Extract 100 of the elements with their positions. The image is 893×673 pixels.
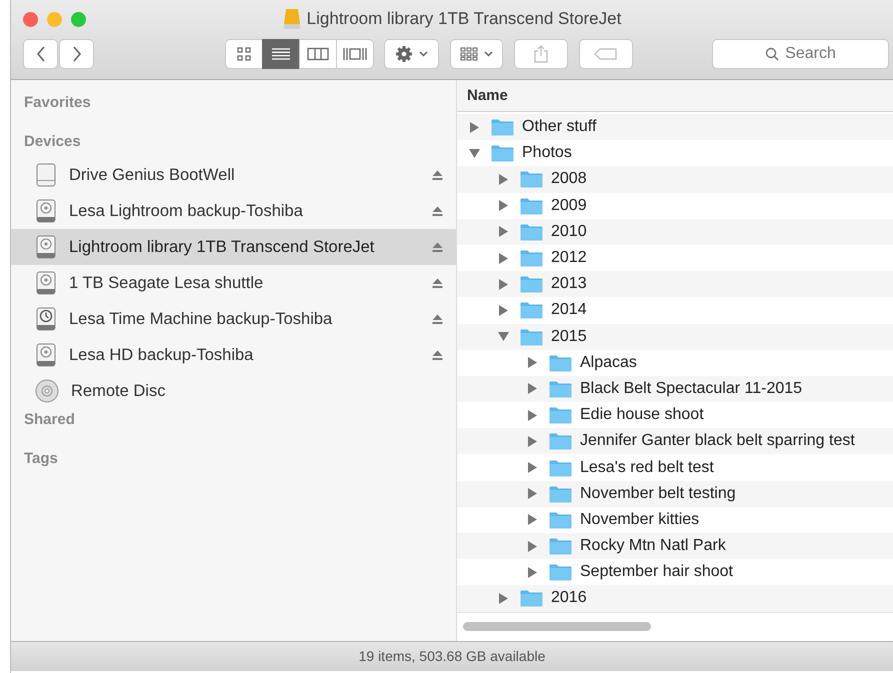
folder-name: Black Belt Spectacular 11-2015 [580,380,802,398]
coverflow-view-button[interactable] [336,39,374,69]
section-heading: Devices [23,132,82,152]
disclosure-triangle[interactable] [527,514,538,526]
disclosure-triangle[interactable] [527,410,538,421]
folder-name: 2009 [551,196,587,215]
columns-icon [307,47,329,61]
eject-icon[interactable] [432,278,443,288]
sidebar-item[interactable]: Lesa HD backup-Toshiba [11,337,456,373]
folder-name: Alpacas [580,354,637,372]
folder-name: Photos [522,144,572,162]
drive-icon [35,163,57,187]
disclosure-triangle[interactable] [527,436,538,447]
eject-icon[interactable] [432,206,443,216]
columns-view-button[interactable] [299,39,337,69]
section-heading: Shared [23,410,76,430]
sidebar-item[interactable]: Lightroom library 1TB Transcend StoreJet [11,229,456,265]
disclosure-triangle[interactable] [527,566,538,578]
folder-icon [520,170,543,188]
close-button[interactable] [23,12,38,26]
disclosure-triangle[interactable] [469,148,480,159]
eject-icon[interactable] [432,242,443,252]
folder-name: 2010 [551,222,587,241]
grid-icon [460,47,478,61]
icons-view-button[interactable] [225,39,263,69]
caret-icon [419,51,428,57]
disclosure-triangle[interactable] [498,200,509,212]
time-machine-icon [35,307,57,331]
sidebar-item[interactable]: Lesa Lightroom backup-Toshiba [11,193,456,229]
gear-icon [395,45,413,63]
folder-icon [549,354,572,372]
scrollbar-thumb[interactable] [463,622,651,632]
action-menu-button[interactable] [384,39,439,69]
folder-icon [549,563,572,582]
folder-name: 2013 [551,275,587,294]
folder-name: 2012 [551,249,587,268]
tag-icon [594,48,618,60]
folder-name: 2015 [551,328,587,346]
folder-icon [549,484,572,503]
disclosure-triangle[interactable] [498,304,509,316]
folder-icon [549,432,572,450]
disclosure-triangle[interactable] [527,540,538,552]
section-heading: Favorites [23,93,92,113]
cover-flow-icon [342,47,368,61]
disclosure-triangle[interactable] [498,592,509,604]
folder-icon [520,328,543,346]
disclosure-triangle[interactable] [527,488,538,500]
folder-icon [520,301,543,320]
folder-name: November kitties [580,510,700,529]
folder-name: Jennifer Ganter black belt sparring test [580,432,855,450]
folder-icon [549,510,572,529]
folder-name: Edie house shoot [580,406,704,424]
disclosure-triangle[interactable] [498,226,509,238]
search-icon [765,47,780,61]
folder-icon [549,380,572,398]
folder-name: 2016 [551,589,587,608]
folder-name: 2014 [551,301,587,320]
disclosure-triangle[interactable] [527,383,538,394]
disclosure-triangle[interactable] [527,357,538,368]
back-button[interactable] [23,39,58,69]
sidebar-item[interactable]: Remote Disc [11,373,456,409]
folder-name: 2008 [551,170,587,188]
folder-icon [549,406,572,424]
folder-icon [491,144,514,162]
folder-icon [491,118,514,136]
chevron-left-icon [36,46,46,62]
caret-icon [484,51,493,57]
folder-icon [520,589,543,608]
disclosure-triangle[interactable] [527,462,538,474]
list-icon [271,47,291,61]
disclosure-triangle[interactable] [469,122,480,133]
eject-icon[interactable] [432,314,443,324]
sidebar-item[interactable]: Drive Genius BootWell [11,157,456,193]
window-title: Lightroom library 1TB Transcend StoreJet [306,9,622,29]
column-header[interactable]: Name [457,80,893,112]
folder-icon [549,458,572,477]
sidebar-item[interactable]: 1 TB Seagate Lesa shuttle [11,265,456,301]
section-heading: Tags [23,449,59,469]
eject-icon[interactable] [432,350,443,360]
disclosure-triangle[interactable] [498,278,509,290]
eject-icon[interactable] [432,170,443,180]
share-icon [534,45,548,63]
status-text: 19 items, 503.68 GB available [358,648,546,664]
folder-name: Lesa's red belt test [580,458,714,477]
folder-name: Other stuff [522,118,596,136]
folder-icon [549,537,572,556]
grid-icon [237,47,251,61]
list-view-button[interactable] [262,39,300,69]
arrange-menu-button[interactable] [450,39,503,69]
folder-name: Rocky Mtn Natl Park [580,537,726,556]
disclosure-triangle[interactable] [498,331,509,342]
disclosure-triangle[interactable] [498,252,509,264]
folder-icon [520,249,543,268]
forward-button[interactable] [59,39,94,69]
sidebar-item[interactable]: Lesa Time Machine backup-Toshiba [11,301,456,337]
drive-icon [282,8,301,30]
folder-name: September hair shoot [580,563,733,582]
folder-icon [520,196,543,215]
disclosure-triangle[interactable] [498,174,509,185]
search-field[interactable]: Search [712,39,889,69]
